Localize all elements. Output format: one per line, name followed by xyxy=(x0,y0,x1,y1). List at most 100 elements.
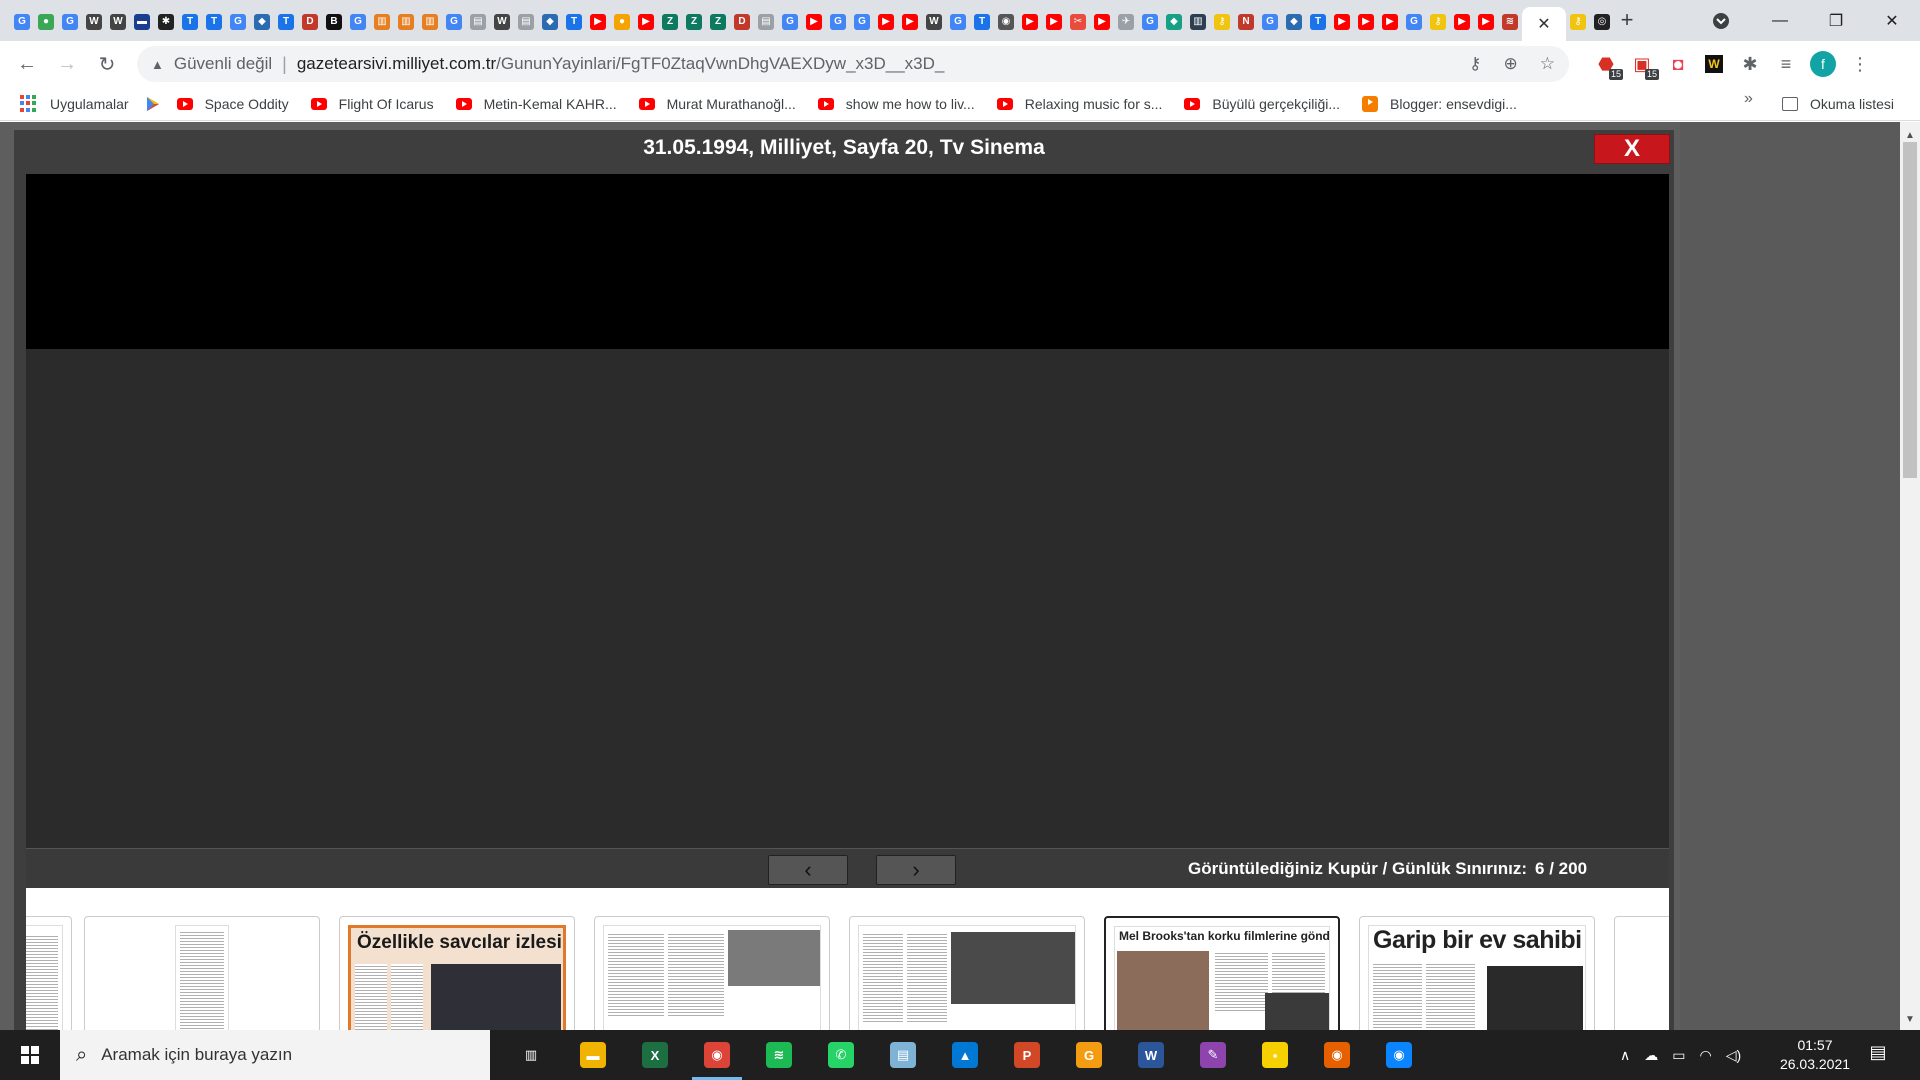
tab-15[interactable]: ▥ xyxy=(370,8,394,36)
thumbnail-4[interactable]: Mel Brooks'tan korku filmlerine gönderme xyxy=(1104,916,1340,1038)
tab-26[interactable]: ▶ xyxy=(634,8,658,36)
taskbar-app[interactable]: ▬ xyxy=(562,1030,624,1080)
viewer-close-button[interactable]: X xyxy=(1594,134,1670,164)
tab-1[interactable]: ● xyxy=(34,8,58,36)
tab-23[interactable]: T xyxy=(562,8,586,36)
taskbar-app[interactable]: ▪ xyxy=(1244,1030,1306,1080)
tab-45[interactable]: ▶ xyxy=(1090,8,1114,36)
tab-close-icon[interactable]: ✕ xyxy=(1537,14,1550,34)
tab-30[interactable]: D xyxy=(730,8,754,36)
bookmark-star-icon[interactable]: ☆ xyxy=(1540,54,1555,74)
tab-17[interactable]: ▥ xyxy=(418,8,442,36)
thumbnail-2[interactable] xyxy=(594,916,830,1038)
next-page-button[interactable]: › xyxy=(876,855,956,885)
tab-18[interactable]: G xyxy=(442,8,466,36)
start-button[interactable] xyxy=(0,1030,60,1080)
chrome-menu-icon[interactable]: ⋮ xyxy=(1848,52,1872,76)
tab-10[interactable]: ◆ xyxy=(250,8,274,36)
new-tab-button[interactable]: + xyxy=(1613,6,1641,34)
profile-avatar[interactable]: f xyxy=(1810,51,1836,77)
tab-49[interactable]: ▥ xyxy=(1186,8,1210,36)
volume-icon[interactable]: ◁) xyxy=(1726,1047,1741,1064)
thumbnail-blank[interactable] xyxy=(84,916,320,1038)
tab-32[interactable]: G xyxy=(778,8,802,36)
tab-51[interactable]: N xyxy=(1234,8,1258,36)
tab-19[interactable]: ▤ xyxy=(466,8,490,36)
tab-38[interactable]: W xyxy=(922,8,946,36)
bookmark-play-store[interactable] xyxy=(137,90,169,118)
tab-61[interactable]: ▶ xyxy=(1474,8,1498,36)
tab-62[interactable]: ≋ xyxy=(1498,8,1522,36)
taskbar-app[interactable]: ▤ xyxy=(872,1030,934,1080)
tab-search-button[interactable] xyxy=(1708,8,1734,34)
extension-pocket-icon[interactable]: ◘ xyxy=(1666,52,1690,76)
tab-0[interactable]: G xyxy=(10,8,34,36)
extensions-puzzle-icon[interactable]: ✱ xyxy=(1738,52,1762,76)
tab-9[interactable]: G xyxy=(226,8,250,36)
restore-button[interactable]: ❐ xyxy=(1808,0,1864,41)
tab-28[interactable]: Z xyxy=(682,8,706,36)
tab-58[interactable]: G xyxy=(1402,8,1426,36)
tab-41[interactable]: ◉ xyxy=(994,8,1018,36)
tab-14[interactable]: G xyxy=(346,8,370,36)
taskbar-app[interactable]: ✆ xyxy=(810,1030,872,1080)
thumbnail-3[interactable] xyxy=(849,916,1085,1038)
taskbar-app[interactable]: G xyxy=(1058,1030,1120,1080)
previous-page-button[interactable]: ‹ xyxy=(768,855,848,885)
tab-12[interactable]: D xyxy=(298,8,322,36)
tab-2[interactable]: G xyxy=(58,8,82,36)
thumbnail-partial-left[interactable] xyxy=(26,916,72,1038)
tab-31[interactable]: ▤ xyxy=(754,8,778,36)
reload-button[interactable]: ↻ xyxy=(92,49,122,79)
tab-60[interactable]: ▶ xyxy=(1450,8,1474,36)
taskbar-app[interactable]: ✎ xyxy=(1182,1030,1244,1080)
zoom-icon[interactable]: ⊕ xyxy=(1504,54,1518,74)
tab-13[interactable]: B xyxy=(322,8,346,36)
tab-50[interactable]: ⚷ xyxy=(1210,8,1234,36)
tab-40[interactable]: T xyxy=(970,8,994,36)
close-window-button[interactable]: ✕ xyxy=(1864,0,1920,41)
scrollbar-thumb[interactable] xyxy=(1903,142,1917,478)
bookmark-item[interactable]: show me how to liv... xyxy=(810,90,983,118)
media-control-icon[interactable]: ≡ xyxy=(1774,52,1798,76)
tab-48[interactable]: ◆ xyxy=(1162,8,1186,36)
tab-37[interactable]: ▶ xyxy=(898,8,922,36)
tab-42[interactable]: ▶ xyxy=(1018,8,1042,36)
tab-46[interactable]: ✈ xyxy=(1114,8,1138,36)
tab-36[interactable]: ▶ xyxy=(874,8,898,36)
tab-55[interactable]: ▶ xyxy=(1330,8,1354,36)
taskbar-app[interactable]: P xyxy=(996,1030,1058,1080)
active-tab[interactable]: ✕ xyxy=(1522,7,1566,41)
onedrive-icon[interactable]: ☁ xyxy=(1644,1047,1658,1064)
address-bar[interactable]: ▲ Güvenli değil | gazetearsivi.milliyet.… xyxy=(137,46,1569,82)
taskbar-app[interactable]: ▲ xyxy=(934,1030,996,1080)
taskbar-app[interactable]: ▥ xyxy=(500,1030,562,1080)
tab-54[interactable]: T xyxy=(1306,8,1330,36)
page-scrollbar[interactable]: ▲ ▼ xyxy=(1900,122,1920,1030)
bookmarks-overflow-button[interactable]: » xyxy=(1744,90,1753,108)
tab-3[interactable]: W xyxy=(82,8,106,36)
key-icon[interactable]: ⚷ xyxy=(1469,54,1481,74)
thumbnail-1[interactable]: Özellikle savcılar izlesin! xyxy=(339,916,575,1038)
minimize-button[interactable]: — xyxy=(1752,0,1808,41)
tab-7[interactable]: T xyxy=(178,8,202,36)
tab-43[interactable]: ▶ xyxy=(1042,8,1066,36)
tab-59[interactable]: ⚷ xyxy=(1426,8,1450,36)
back-button[interactable]: ← xyxy=(12,49,42,79)
tab-22[interactable]: ◆ xyxy=(538,8,562,36)
tab-25[interactable]: ● xyxy=(610,8,634,36)
battery-icon[interactable]: ▭ xyxy=(1672,1047,1685,1064)
tab-21[interactable]: ▤ xyxy=(514,8,538,36)
thumbnail-partial-right[interactable] xyxy=(1614,916,1669,1038)
bookmark-item[interactable]: Blogger: ensevdigi... xyxy=(1354,90,1525,118)
bookmark-item[interactable]: Murat Murathanoğl... xyxy=(631,90,804,118)
tab-34[interactable]: G xyxy=(826,8,850,36)
tab-6[interactable]: ✱ xyxy=(154,8,178,36)
taskbar-app[interactable]: ≋ xyxy=(748,1030,810,1080)
tab-24[interactable]: ▶ xyxy=(586,8,610,36)
bookmark-item[interactable]: Space Oddity xyxy=(169,90,297,118)
tab-35[interactable]: G xyxy=(850,8,874,36)
extension-w-icon[interactable]: W xyxy=(1702,52,1726,76)
bookmark-apps[interactable]: Uygulamalar xyxy=(0,90,137,118)
scroll-up-arrow-icon[interactable]: ▲ xyxy=(1900,130,1920,142)
